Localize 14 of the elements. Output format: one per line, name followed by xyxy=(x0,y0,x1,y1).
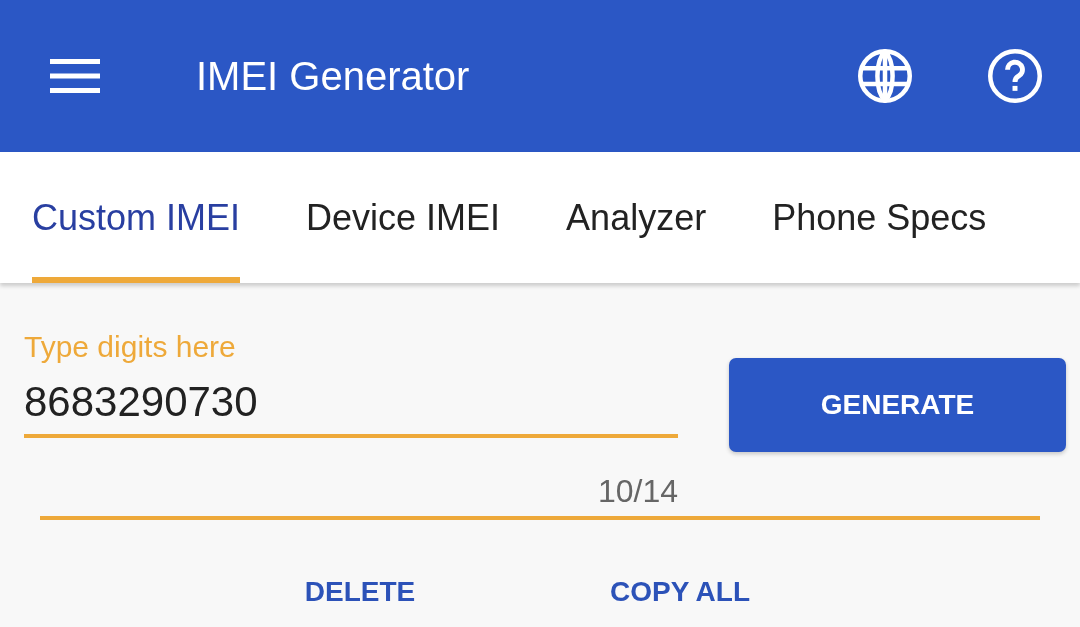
character-counter: 10/14 xyxy=(597,474,678,508)
menu-icon[interactable] xyxy=(50,59,100,93)
tab[interactable]: Device IMEI xyxy=(306,152,501,283)
tab[interactable]: Analyzer xyxy=(566,152,707,283)
field-label: Type digits here xyxy=(24,331,236,363)
help-icon[interactable] xyxy=(988,49,1042,103)
generate-button[interactable]: GENERATE xyxy=(729,358,1066,452)
tab[interactable]: Phone Specs xyxy=(772,152,987,283)
tab[interactable]: Custom IMEI xyxy=(32,152,241,283)
text-button[interactable]: COPY ALL xyxy=(600,564,760,620)
text-button[interactable]: DELETE xyxy=(280,564,440,620)
globe-icon[interactable] xyxy=(858,49,912,103)
app-title: IMEI Generator xyxy=(196,53,470,99)
input-field[interactable]: 8683290730 xyxy=(24,376,678,438)
